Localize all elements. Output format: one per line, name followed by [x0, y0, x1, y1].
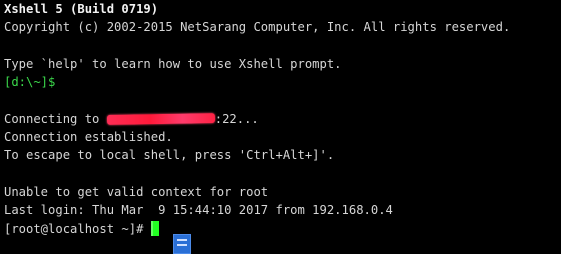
- remote-prompt-line[interactable]: [root@localhost ~]#: [4, 220, 561, 238]
- help-line: Type `help' to learn how to use Xshell p…: [4, 56, 342, 71]
- last-login-line: Last login: Thu Mar 9 15:44:10 2017 from…: [4, 203, 393, 218]
- context-warning-line: Unable to get valid context for root: [4, 184, 269, 199]
- xshell-version-line: Xshell 5 (Build 0719): [4, 2, 159, 16]
- document-icon[interactable]: [173, 234, 191, 254]
- connecting-prefix: Connecting to: [4, 111, 107, 126]
- terminal-cursor: [150, 220, 159, 236]
- terminal-window[interactable]: Xshell 5 (Build 0719) Copyright (c) 2002-…: [0, 0, 561, 252]
- escape-hint-line: To escape to local shell, press 'Ctrl+Al…: [4, 148, 335, 163]
- remote-prompt: [root@localhost ~]#: [4, 221, 151, 236]
- connection-established-line: Connection established.: [4, 130, 173, 145]
- copyright-line: Copyright (c) 2002-2015 NetSarang Comput…: [4, 20, 511, 35]
- connecting-line: Connecting to :22...: [4, 110, 561, 128]
- local-prompt: [d:\~]$: [4, 75, 56, 90]
- connecting-suffix: :22...: [214, 111, 259, 126]
- redacted-host-address: [106, 113, 215, 126]
